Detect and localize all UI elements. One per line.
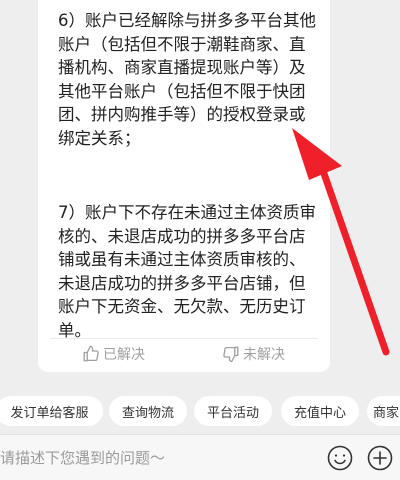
- quick-reply-platform-events[interactable]: 平台活动: [194, 396, 272, 426]
- thumbs-down-icon: [222, 345, 240, 363]
- chat-input-bar: [0, 434, 400, 480]
- quick-reply-send-order[interactable]: 发订单给客服: [0, 396, 103, 426]
- unresolved-button[interactable]: 未解决: [222, 343, 285, 365]
- unresolved-label: 未解决: [243, 347, 285, 363]
- answer-item-7: 7）账户下不存在未通过主体资质审核的、未退店成功的拼多多平台店铺或虽有未通过主体…: [58, 203, 316, 340]
- plus-icon[interactable]: [367, 445, 393, 471]
- emoji-icon[interactable]: [327, 445, 353, 471]
- quick-reply-recharge-center[interactable]: 充值中心: [281, 396, 359, 426]
- message-input[interactable]: [0, 441, 320, 475]
- answer-item-6: 6）账户已经解除与拼多多平台其他账户（包括但不限于潮鞋商家、直播机构、商家直播提…: [58, 11, 316, 148]
- quick-reply-track-logistics[interactable]: 查询物流: [109, 396, 187, 426]
- thumbs-up-icon: [82, 345, 100, 363]
- quick-reply-merchant[interactable]: 商家: [367, 396, 400, 426]
- quick-reply-bar: 发订单给客服 查询物流 平台活动 充值中心 商家: [0, 396, 400, 426]
- feedback-divider: [50, 338, 318, 339]
- resolved-button[interactable]: 已解决: [82, 343, 145, 365]
- resolved-label: 已解决: [103, 347, 145, 363]
